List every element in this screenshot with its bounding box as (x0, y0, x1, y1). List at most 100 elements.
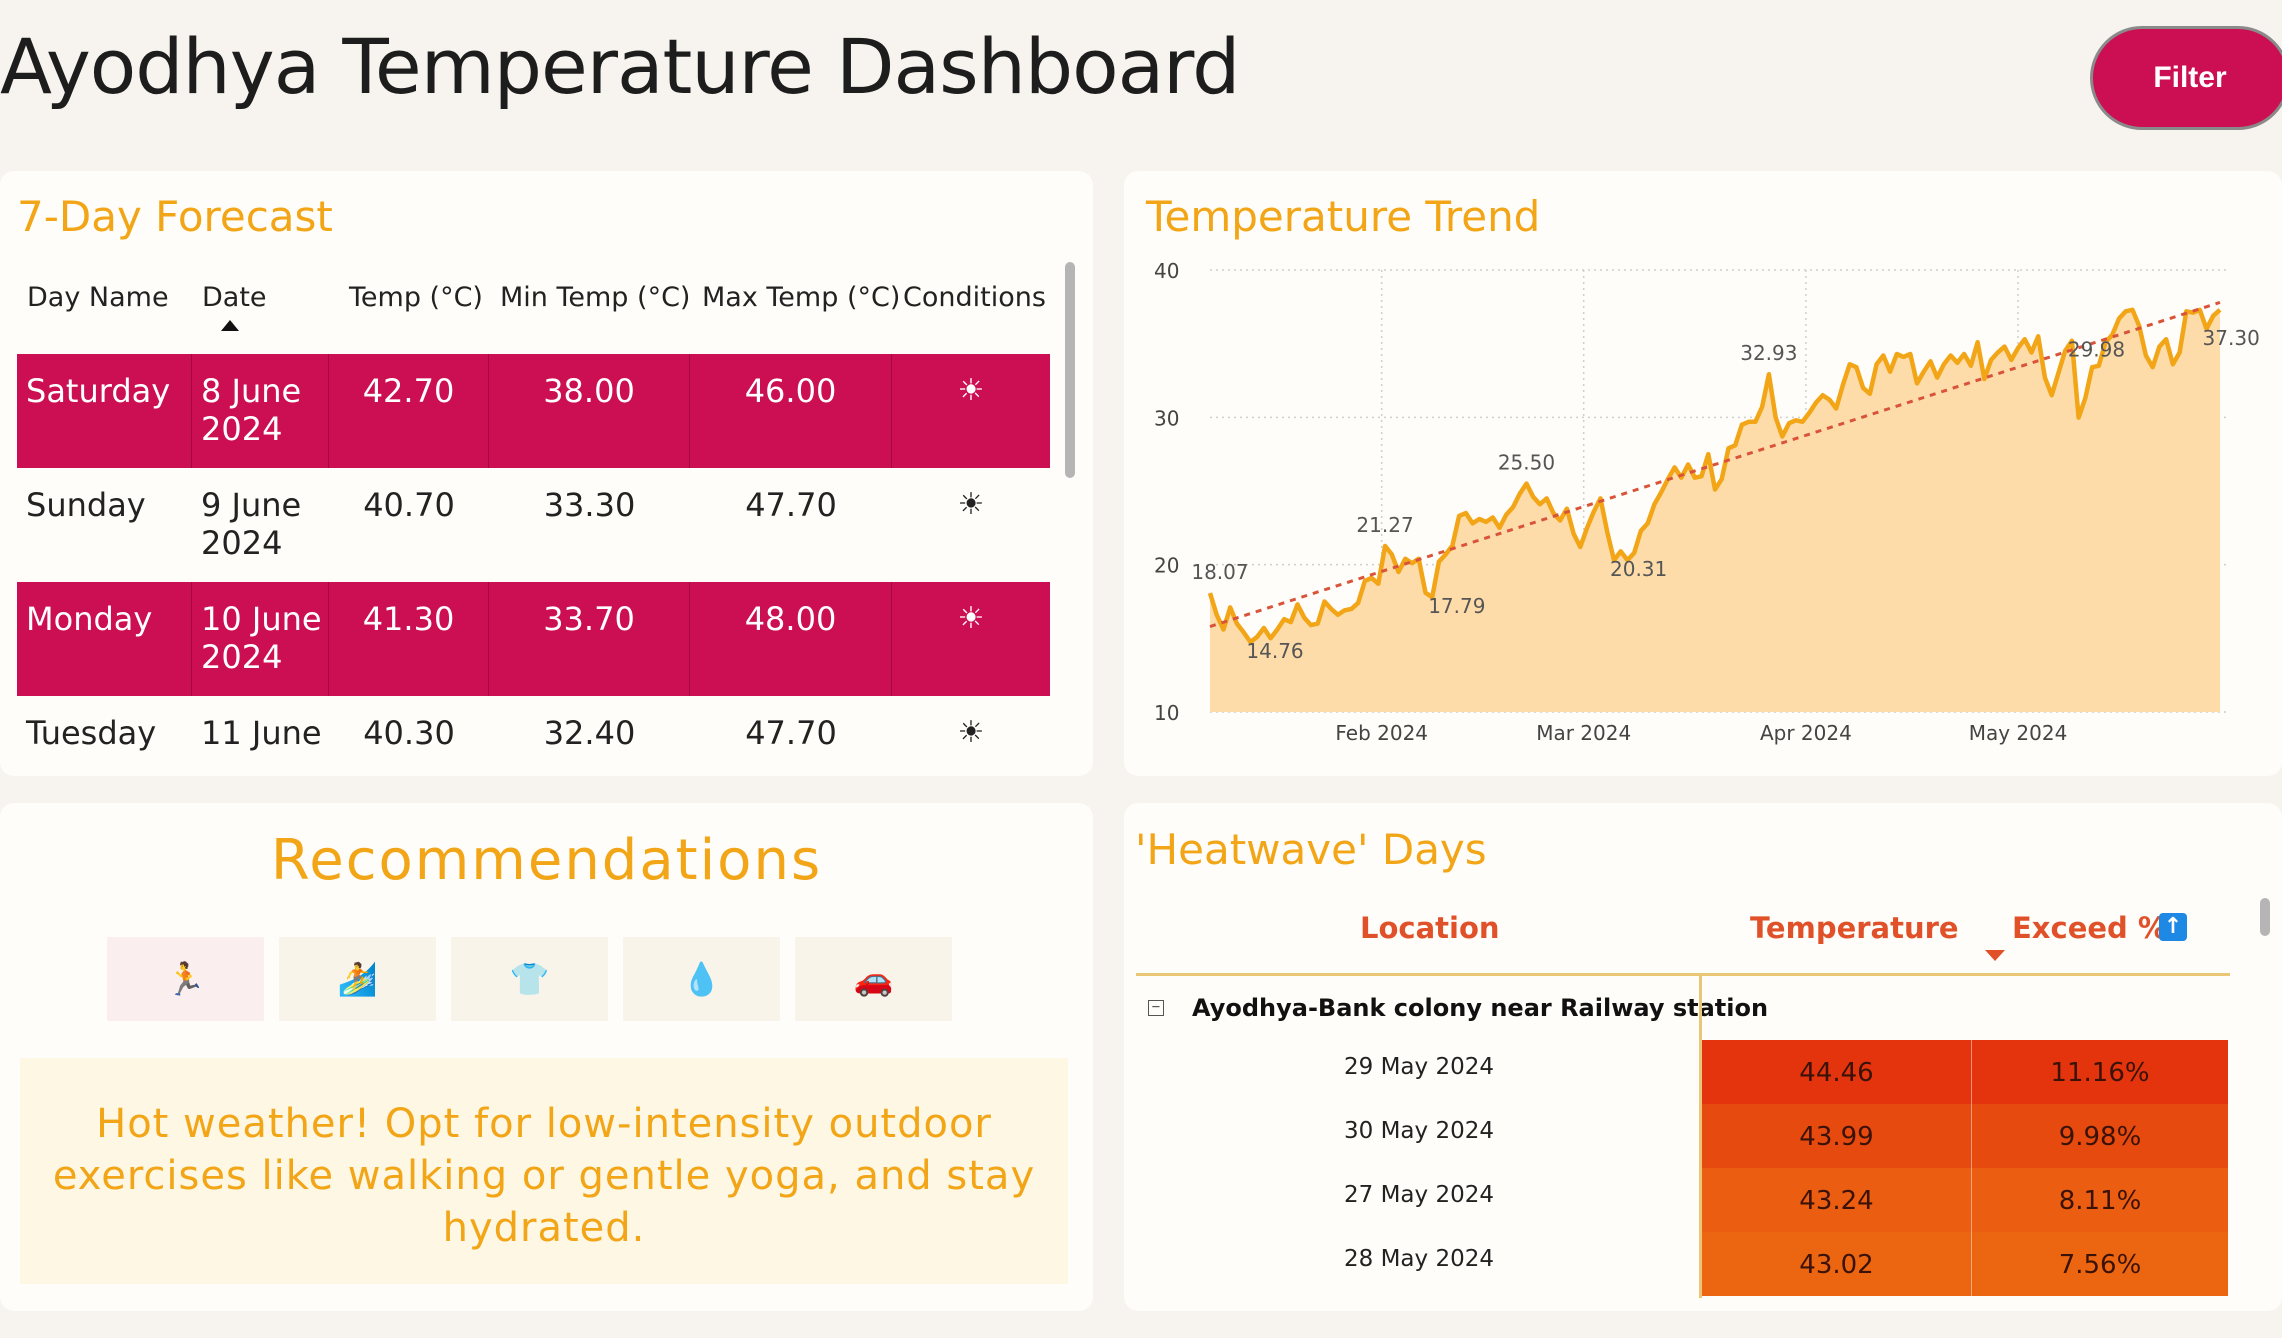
drill-up-icon[interactable]: ↑ (2159, 913, 2187, 941)
col-min-temp[interactable]: Min Temp (°C) (500, 282, 690, 313)
data-label: 37.30 (2203, 326, 2260, 350)
page-title: Ayodhya Temperature Dashboard (0, 22, 1240, 111)
x-tick-label: Feb 2024 (1335, 721, 1428, 745)
data-label: 14.76 (1246, 639, 1303, 663)
date-cell: 9 June 2024 (201, 486, 302, 562)
recommendation-tile[interactable]: 👕 (451, 937, 608, 1021)
day-name-cell: Monday (17, 582, 192, 696)
min-temp-cell: 33.30 (543, 486, 636, 524)
recommendation-tile[interactable]: 🏄 (279, 937, 436, 1021)
min-temp-cell: 33.70 (489, 582, 690, 696)
forecast-header-row: Day Name Date Temp (°C) Min Temp (°C) Ma… (17, 262, 1050, 354)
sort-descending-icon (1985, 950, 2005, 961)
group-row[interactable]: − Ayodhya-Bank colony near Railway stati… (1148, 994, 1768, 1022)
temp-cell: 40.30 (363, 714, 455, 752)
y-tick-label: 20 (1154, 554, 1179, 578)
temp-cell: 42.70 (329, 354, 489, 468)
col-temp[interactable]: Temp (°C) (349, 282, 483, 313)
heatwave-title: 'Heatwave' Days (1135, 825, 1487, 874)
date-cell: 27 May 2024 (1344, 1182, 1494, 1208)
data-label: 20.31 (1610, 557, 1667, 581)
group-label: Ayodhya-Bank colony near Railway station (1192, 994, 1769, 1022)
date-cell: 11 June (201, 714, 322, 752)
col-date[interactable]: Date (202, 282, 267, 313)
data-label: 17.79 (1428, 594, 1485, 618)
recommendation-tile[interactable]: 🚗 (795, 937, 952, 1021)
col-exceed[interactable]: Exceed % (2012, 911, 2167, 945)
heatwave-row[interactable]: 30 May 2024 43.99 9.98% (1136, 1104, 2230, 1168)
day-name-cell: Sunday (26, 486, 146, 524)
temperature-area (1210, 309, 2220, 712)
car-icon: 🚗 (853, 960, 894, 998)
data-label: 21.27 (1356, 513, 1413, 537)
sort-ascending-icon (221, 320, 239, 331)
day-name-cell: Tuesday (26, 714, 157, 752)
exceed-cell: 7.56% (1972, 1232, 2228, 1296)
sun-icon: ☀ (957, 601, 985, 636)
date-cell: 10 June 2024 (192, 582, 329, 696)
recommendation-tile[interactable]: 🏃 (107, 937, 264, 1021)
temperature-cell: 43.24 (1702, 1168, 1972, 1232)
forecast-rows: Saturday 8 June 2024 42.70 38.00 46.00 ☀ Sunda… (17, 354, 1050, 810)
temperature-cell: 43.02 (1702, 1232, 1972, 1296)
temp-cell: 40.70 (363, 486, 455, 524)
forecast-title: 7-Day Forecast (17, 192, 333, 241)
header-rule (1136, 973, 2230, 976)
forecast-row[interactable]: Saturday 8 June 2024 42.70 38.00 46.00 ☀ (17, 354, 1050, 468)
trend-title: Temperature Trend (1146, 192, 1541, 241)
exceed-cell: 9.98% (1972, 1104, 2228, 1168)
surfing-icon: 🏄 (337, 960, 378, 998)
heatwave-row[interactable]: 29 May 2024 44.46 11.16% (1136, 1040, 2230, 1104)
tshirt-icon: 👕 (509, 960, 550, 998)
day-name-cell: Saturday (17, 354, 192, 468)
y-tick-label: 10 (1154, 701, 1179, 725)
heatwave-scrollbar[interactable] (2260, 898, 2270, 936)
max-temp-cell: 46.00 (690, 354, 892, 468)
date-cell: 30 May 2024 (1344, 1118, 1494, 1144)
forecast-scrollbar[interactable] (1065, 262, 1075, 478)
filter-button[interactable]: Filter (2090, 26, 2282, 130)
heatwave-row[interactable]: 27 May 2024 43.24 8.11% (1136, 1168, 2230, 1232)
forecast-row[interactable]: Sunday 9 June 2024 40.70 33.30 47.70 ☀ (17, 468, 1050, 582)
data-label: 29.98 (2068, 338, 2125, 362)
col-conditions[interactable]: Conditions (903, 282, 1046, 313)
max-temp-cell: 47.70 (745, 486, 837, 524)
date-cell: 28 May 2024 (1344, 1246, 1494, 1272)
date-cell: 29 May 2024 (1344, 1054, 1494, 1080)
forecast-row[interactable]: Monday 10 June 2024 41.30 33.70 48.00 ☀ (17, 582, 1050, 696)
x-tick-label: Mar 2024 (1536, 721, 1631, 745)
recommendation-text: Hot weather! Opt for low-intensity outdo… (20, 1058, 1068, 1284)
x-tick-label: Apr 2024 (1760, 721, 1852, 745)
date-cell: 8 June 2024 (192, 354, 329, 468)
recommendation-tile[interactable]: 💧 (623, 937, 780, 1021)
collapse-icon[interactable]: − (1148, 1000, 1164, 1016)
data-label: 32.93 (1740, 341, 1797, 365)
temperature-cell: 44.46 (1702, 1040, 1972, 1104)
temp-cell: 41.30 (329, 582, 489, 696)
sun-icon: ☀ (957, 487, 985, 522)
column-divider (1699, 976, 1702, 1298)
recommendations-title: Recommendations (270, 828, 823, 893)
data-label: 25.50 (1498, 451, 1555, 475)
max-temp-cell: 48.00 (690, 582, 892, 696)
min-temp-cell: 32.40 (543, 714, 636, 752)
x-tick-label: May 2024 (1969, 721, 2068, 745)
min-temp-cell: 38.00 (489, 354, 690, 468)
water-drop-icon: 💧 (681, 960, 722, 998)
exceed-cell: 11.16% (1972, 1040, 2228, 1104)
col-location[interactable]: Location (1360, 911, 1500, 945)
temperature-trend-chart: 10 20 30 40 Feb 2024 Mar 2024 Apr 2024 May 2024… (1154, 259, 2260, 745)
col-day-name[interactable]: Day Name (27, 282, 169, 313)
forecast-row[interactable]: Tuesday 11 June 40.30 32.40 47.70 ☀ (17, 696, 1050, 810)
data-label: 18.07 (1191, 560, 1248, 584)
col-max-temp[interactable]: Max Temp (°C) (702, 282, 900, 313)
heatwave-row[interactable]: 28 May 2024 43.02 7.56% (1136, 1232, 2230, 1296)
running-icon: 🏃 (165, 960, 206, 998)
sun-icon: ☀ (957, 715, 985, 750)
col-temperature[interactable]: Temperature (1750, 911, 1959, 945)
y-tick-label: 30 (1154, 406, 1179, 430)
sun-icon: ☀ (957, 373, 985, 408)
forecast-table: Day Name Date Temp (°C) Min Temp (°C) Ma… (17, 262, 1050, 810)
y-tick-label: 40 (1154, 259, 1179, 283)
max-temp-cell: 47.70 (745, 714, 837, 752)
